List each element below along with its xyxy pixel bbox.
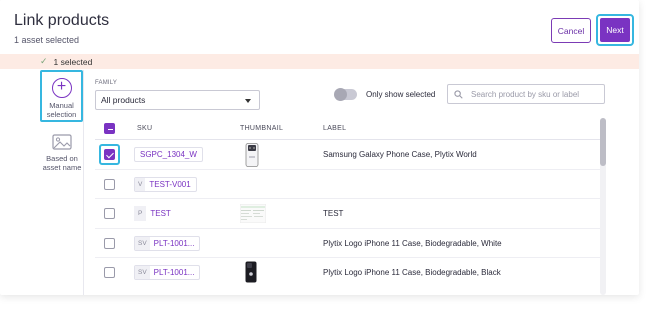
- sku-text: SGPC_1304_W: [140, 150, 197, 159]
- product-label: TEST: [323, 209, 344, 218]
- products-table: SKU THUMBNAIL LABEL SGPC_1304_W Samsung …: [95, 118, 600, 288]
- row-checkbox[interactable]: [104, 178, 115, 190]
- select-all-checkbox[interactable]: [104, 123, 115, 134]
- product-label: Plytix Logo iPhone 11 Case, Biodegradabl…: [323, 238, 502, 248]
- sku-link[interactable]: V TEST-V001: [134, 176, 197, 192]
- row-checkbox[interactable]: [104, 237, 115, 249]
- search-icon: [454, 89, 463, 99]
- row-checkbox[interactable]: [104, 208, 115, 219]
- selection-count: 1 selected: [53, 56, 93, 67]
- sku-text: PLT-1001...: [153, 268, 195, 277]
- family-select[interactable]: All products: [95, 90, 260, 110]
- nav-asset-label: Based on asset name: [42, 154, 82, 172]
- table-row[interactable]: V TEST-V001: [95, 170, 600, 199]
- sku-text: TEST-V001: [149, 179, 191, 189]
- table-row[interactable]: SGPC_1304_W Samsung Galaxy Phone Case, P…: [95, 140, 600, 170]
- cancel-button[interactable]: Cancel: [551, 18, 591, 43]
- nav-asset-name[interactable]: Based on asset name: [42, 134, 82, 172]
- search-input[interactable]: Search product by sku or label: [447, 84, 605, 104]
- sku-link[interactable]: SV PLT-1001...: [134, 235, 201, 251]
- caret-down-icon: [245, 99, 251, 103]
- family-label: FAMILY: [95, 80, 118, 86]
- toggle-knob: [334, 88, 347, 101]
- sku-type-badge: SV: [135, 266, 150, 279]
- nav-manual-selection[interactable]: + Manual selection: [40, 70, 83, 122]
- row-checkbox[interactable]: [104, 267, 115, 278]
- row-checkbox[interactable]: [104, 149, 115, 160]
- sku-link[interactable]: SGPC_1304_W: [134, 147, 203, 162]
- table-header: SKU THUMBNAIL LABEL: [95, 118, 600, 140]
- next-button-highlight: Next: [596, 14, 634, 46]
- scrollbar-thumb[interactable]: [600, 118, 606, 166]
- table-row[interactable]: SV PLT-1001... Plytix Logo iPhone 11 Cas…: [95, 229, 600, 258]
- sku-type-badge: P: [134, 206, 147, 221]
- thumbnail-image: [245, 143, 259, 167]
- only-selected-toggle[interactable]: [334, 88, 357, 101]
- check-icon: ✓: [40, 56, 48, 66]
- nav-manual-label: Manual selection: [46, 101, 77, 119]
- page-title: Link products: [14, 12, 110, 29]
- table-scrollbar[interactable]: [600, 118, 606, 295]
- column-sku: SKU: [137, 125, 153, 132]
- sku-text: TEST: [150, 209, 171, 218]
- next-button[interactable]: Next: [600, 18, 630, 42]
- column-label: LABEL: [323, 125, 347, 132]
- image-icon: [52, 134, 72, 150]
- page-subtitle: 1 asset selected: [14, 35, 80, 45]
- sku-text: PLT-1001...: [153, 238, 195, 248]
- sku-type-badge: SV: [135, 236, 150, 250]
- link-products-dialog: Link products 1 asset selected Cancel Ne…: [0, 0, 639, 295]
- sku-link[interactable]: SV PLT-1001...: [134, 265, 201, 280]
- selection-banner: ✓ 1 selected: [0, 54, 639, 69]
- table-row[interactable]: SV PLT-1001... Plytix Logo iPhone 11 Cas…: [95, 258, 600, 288]
- column-thumbnail: THUMBNAIL: [240, 125, 284, 132]
- sku-link[interactable]: P TEST: [134, 206, 176, 221]
- family-select-value: All products: [101, 95, 146, 105]
- plus-circle-icon: +: [51, 78, 72, 98]
- sku-type-badge: V: [135, 177, 146, 191]
- thumbnail-image: [240, 204, 266, 223]
- thumbnail-image: [245, 261, 257, 283]
- table-row[interactable]: P TEST TEST: [95, 199, 600, 229]
- only-selected-label: Only show selected: [366, 90, 436, 99]
- search-placeholder: Search product by sku or label: [471, 89, 580, 99]
- product-label: Samsung Galaxy Phone Case, Plytix World: [323, 150, 477, 159]
- product-label: Plytix Logo iPhone 11 Case, Biodegradabl…: [323, 268, 501, 277]
